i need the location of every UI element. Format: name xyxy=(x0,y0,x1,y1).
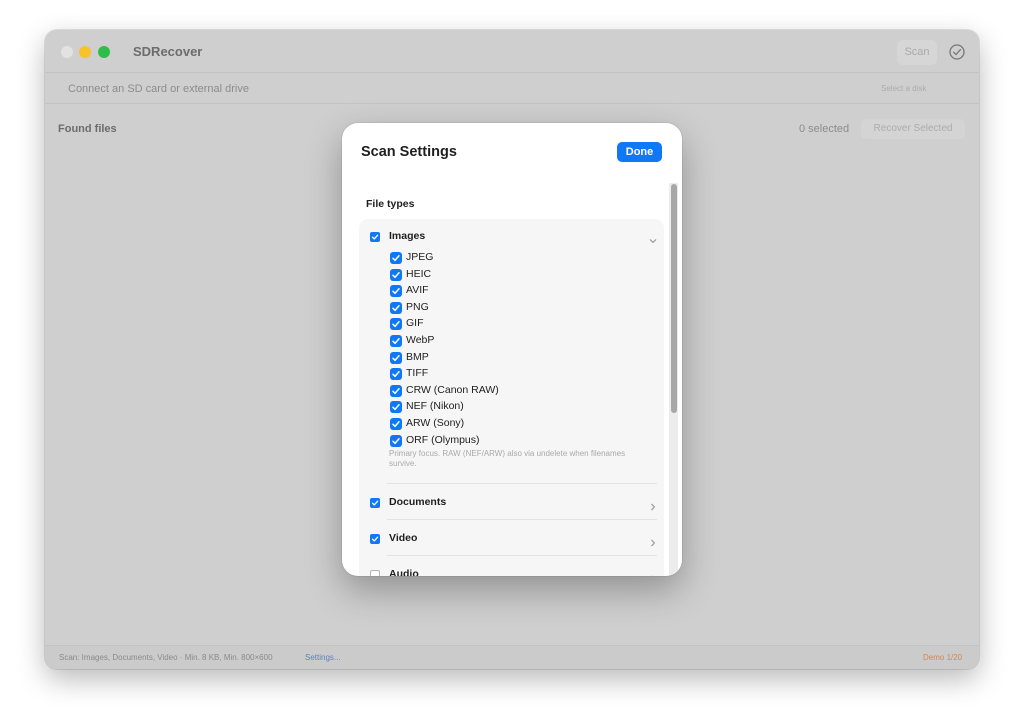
item-label: CRW (Canon RAW) xyxy=(406,383,499,396)
item-label: PNG xyxy=(406,300,429,313)
images-checkbox[interactable] xyxy=(370,232,380,242)
selected-count: 0 selected xyxy=(799,123,850,135)
chevron-right-icon[interactable] xyxy=(649,570,657,576)
item-label: ORF (Olympus) xyxy=(406,433,480,446)
checkbox[interactable] xyxy=(390,384,402,397)
item-label: BMP xyxy=(406,350,429,363)
group-documents[interactable]: Documents xyxy=(359,492,664,512)
scrollbar-thumb[interactable] xyxy=(671,184,677,413)
item-label: ARW (Sony) xyxy=(406,417,465,429)
chevron-right-icon[interactable] xyxy=(649,498,657,511)
checkmark-circle-icon[interactable] xyxy=(948,43,966,61)
status-bar: Scan: Images, Documents, Video · Min. 8 … xyxy=(45,645,979,669)
item-label: TIFF xyxy=(406,367,429,380)
images-note: Primary focus. RAW (NEF/ARW) also via un… xyxy=(389,449,626,468)
file-type-groups: Images JPEG HEIC AVIF PNG GIF WebP BMP T… xyxy=(359,219,664,576)
checkbox[interactable] xyxy=(390,268,402,281)
checkbox[interactable] xyxy=(390,285,402,298)
group-audio[interactable]: Audio xyxy=(359,564,664,576)
drive-bar: Connect an SD card or external drive Sel… xyxy=(45,74,979,104)
checkbox[interactable] xyxy=(390,301,402,314)
drive-hint: Connect an SD card or external drive xyxy=(68,83,249,95)
checkbox[interactable] xyxy=(390,351,402,364)
divider xyxy=(387,555,657,556)
checkbox[interactable] xyxy=(390,401,402,414)
checkbox[interactable] xyxy=(390,318,402,331)
item-label: GIF xyxy=(406,317,424,330)
file-types-heading: File types xyxy=(366,198,415,210)
minimize-window-button[interactable] xyxy=(79,46,91,58)
audio-checkbox[interactable] xyxy=(370,570,380,576)
zoom-window-button[interactable] xyxy=(98,46,110,58)
recover-selected-button[interactable]: Recover Selected xyxy=(861,119,965,139)
group-label: Video xyxy=(389,532,418,544)
done-button[interactable]: Done xyxy=(617,142,662,162)
video-checkbox[interactable] xyxy=(370,534,380,544)
item-label: NEF (Nikon) xyxy=(406,400,464,413)
group-video[interactable]: Video xyxy=(359,528,664,548)
scan-settings-sheet: Scan Settings Done File types Images JPE… xyxy=(342,123,682,576)
checkbox[interactable] xyxy=(390,368,402,381)
item-label: JPEG xyxy=(406,251,434,263)
documents-checkbox[interactable] xyxy=(370,498,380,508)
chevron-down-icon[interactable] xyxy=(649,232,657,243)
title-bar: SDRecover Scan xyxy=(45,30,979,73)
group-images[interactable]: Images xyxy=(359,226,664,246)
demo-badge: Demo 1/20 xyxy=(923,653,963,662)
item-label: AVIF xyxy=(406,284,429,297)
sheet-title: Scan Settings xyxy=(361,144,457,160)
scan-button[interactable]: Scan xyxy=(897,40,937,65)
item-label: WebP xyxy=(406,334,435,346)
group-label: Audio xyxy=(389,568,419,576)
checkbox[interactable] xyxy=(390,335,402,347)
scan-summary: Scan: Images, Documents, Video · Min. 8 … xyxy=(59,653,273,662)
group-label: Documents xyxy=(389,496,447,508)
found-files-heading: Found files xyxy=(58,123,117,135)
app-title: SDRecover xyxy=(133,44,203,59)
divider xyxy=(387,483,657,484)
checkbox[interactable] xyxy=(390,252,402,264)
divider xyxy=(387,519,657,520)
checkbox[interactable] xyxy=(390,434,402,447)
item-label: HEIC xyxy=(406,267,432,280)
chevron-right-icon[interactable] xyxy=(649,534,657,547)
disk-select[interactable]: Select a disk xyxy=(881,84,926,93)
checkbox[interactable] xyxy=(390,418,402,430)
close-window-button[interactable] xyxy=(61,46,73,58)
settings-link[interactable]: Settings... xyxy=(305,653,341,662)
group-label: Images xyxy=(389,230,426,242)
